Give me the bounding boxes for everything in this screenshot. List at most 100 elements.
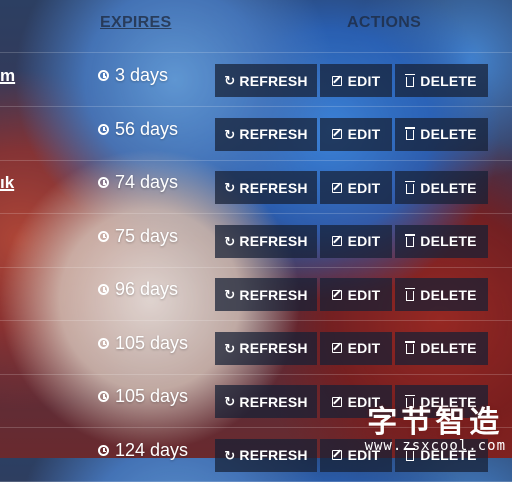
- trash-icon: [405, 73, 416, 87]
- delete-label: DELETE: [420, 340, 477, 356]
- edit-button[interactable]: EDIT: [320, 64, 392, 97]
- clock-icon: [98, 177, 109, 188]
- delete-button[interactable]: DELETE: [395, 171, 488, 204]
- expires-text: 3 days: [115, 65, 169, 85]
- refresh-button[interactable]: ↻ REFRESH: [215, 171, 317, 204]
- refresh-button[interactable]: ↻ REFRESH: [215, 117, 317, 151]
- expires-text: 75 days: [115, 225, 179, 246]
- refresh-icon: ↻: [224, 287, 236, 302]
- clock-icon: [98, 391, 109, 402]
- expires-value: 96 days: [98, 279, 178, 300]
- edit-label: EDIT: [347, 286, 381, 303]
- edit-icon: [331, 343, 342, 353]
- clock-icon: [98, 70, 109, 81]
- refresh-icon: ↻: [224, 394, 236, 409]
- expires-text: 105 days: [115, 386, 189, 406]
- expires-value: 124 days: [98, 440, 188, 461]
- expires-text: 124 days: [115, 439, 189, 460]
- trash-icon: [405, 180, 416, 194]
- expires-value: 3 days: [98, 65, 168, 86]
- delete-label: DELETE: [420, 72, 477, 89]
- edit-button[interactable]: EDIT: [320, 278, 392, 311]
- delete-label: DELETE: [420, 126, 477, 142]
- delete-button[interactable]: DELETE: [395, 224, 488, 258]
- edit-icon: [331, 182, 342, 193]
- refresh-button[interactable]: ↻ REFRESH: [215, 438, 317, 472]
- refresh-label: REFRESH: [239, 126, 308, 142]
- refresh-button[interactable]: ↻ REFRESH: [215, 385, 317, 418]
- expires-value: 75 days: [98, 226, 178, 247]
- trash-icon: [405, 234, 416, 247]
- expires-text: 105 days: [115, 332, 189, 353]
- refresh-label: REFRESH: [239, 233, 308, 249]
- edit-label: EDIT: [347, 126, 381, 142]
- edit-label: EDIT: [347, 233, 381, 249]
- refresh-label: REFRESH: [239, 340, 308, 356]
- watermark-url: www.zsxcool.com: [364, 438, 506, 454]
- domain-link[interactable]: ık: [0, 173, 14, 193]
- clock-icon: [98, 444, 109, 456]
- refresh-icon: ↻: [224, 340, 236, 356]
- edit-icon: [331, 396, 342, 407]
- delete-button[interactable]: DELETE: [395, 117, 488, 151]
- actions-column-header: ACTIONS: [347, 14, 422, 31]
- edit-button[interactable]: EDIT: [320, 117, 392, 151]
- clock-icon: [98, 230, 109, 242]
- refresh-button[interactable]: ↻ REFRESH: [215, 278, 317, 311]
- refresh-label: REFRESH: [239, 447, 308, 463]
- refresh-icon: ↻: [224, 233, 236, 249]
- expires-text: 74 days: [115, 172, 179, 192]
- refresh-icon: ↻: [224, 180, 236, 195]
- delete-button[interactable]: DELETE: [395, 331, 488, 365]
- expires-column-header[interactable]: EXPIRES: [100, 14, 171, 32]
- expires-value: 56 days: [98, 119, 178, 140]
- watermark-text: 字节智造: [367, 405, 504, 440]
- domain-link[interactable]: m: [0, 66, 15, 86]
- refresh-button[interactable]: ↻ REFRESH: [215, 224, 317, 258]
- edit-button[interactable]: EDIT: [320, 224, 392, 258]
- table-header: EXPIRES ACTIONS: [0, 0, 512, 53]
- expires-value: 74 days: [98, 172, 178, 193]
- expires-text: 96 days: [115, 279, 179, 299]
- refresh-icon: ↻: [224, 126, 236, 142]
- edit-button[interactable]: EDIT: [320, 171, 392, 204]
- expires-text: 56 days: [115, 118, 179, 139]
- delete-button[interactable]: DELETE: [395, 64, 488, 97]
- refresh-label: REFRESH: [239, 286, 308, 303]
- refresh-label: REFRESH: [239, 393, 308, 410]
- delete-label: DELETE: [420, 233, 477, 249]
- table-row: m 3 days ↻ REFRESH EDIT DELETE: [0, 53, 512, 107]
- edit-icon: [331, 75, 342, 86]
- refresh-label: REFRESH: [239, 72, 308, 89]
- delete-label: DELETE: [420, 179, 477, 196]
- edit-button[interactable]: EDIT: [320, 331, 392, 365]
- clock-icon: [98, 284, 109, 295]
- refresh-label: REFRESH: [239, 179, 308, 196]
- expires-value: 105 days: [98, 333, 188, 354]
- table-row: 56 days ↻ REFRESH EDIT DELETE: [0, 107, 512, 161]
- table-row: ık 74 days ↻ REFRESH EDIT DELETE: [0, 160, 512, 214]
- refresh-icon: ↻: [224, 447, 236, 463]
- refresh-button[interactable]: ↻ REFRESH: [215, 331, 317, 365]
- delete-button[interactable]: DELETE: [395, 278, 488, 311]
- clock-icon: [98, 337, 109, 349]
- clock-icon: [98, 123, 109, 135]
- edit-label: EDIT: [347, 72, 381, 89]
- watermark: 字节智造 www.zsxcool.com: [364, 405, 506, 455]
- edit-icon: [331, 450, 342, 460]
- edit-label: EDIT: [347, 179, 381, 196]
- edit-icon: [331, 289, 342, 300]
- trash-icon: [405, 287, 416, 301]
- expires-value: 105 days: [98, 386, 188, 407]
- refresh-icon: ↻: [224, 73, 236, 88]
- edit-icon: [331, 129, 342, 139]
- table-row: 96 days ↻ REFRESH EDIT DELETE: [0, 267, 512, 321]
- trash-icon: [405, 127, 416, 140]
- delete-label: DELETE: [420, 286, 477, 303]
- edit-label: EDIT: [347, 340, 381, 356]
- table-row: 75 days ↻ REFRESH EDIT DELETE: [0, 214, 512, 268]
- edit-icon: [331, 236, 342, 246]
- refresh-button[interactable]: ↻ REFRESH: [215, 64, 317, 97]
- table-row: 105 days ↻ REFRESH EDIT DELETE: [0, 321, 512, 375]
- trash-icon: [405, 341, 416, 354]
